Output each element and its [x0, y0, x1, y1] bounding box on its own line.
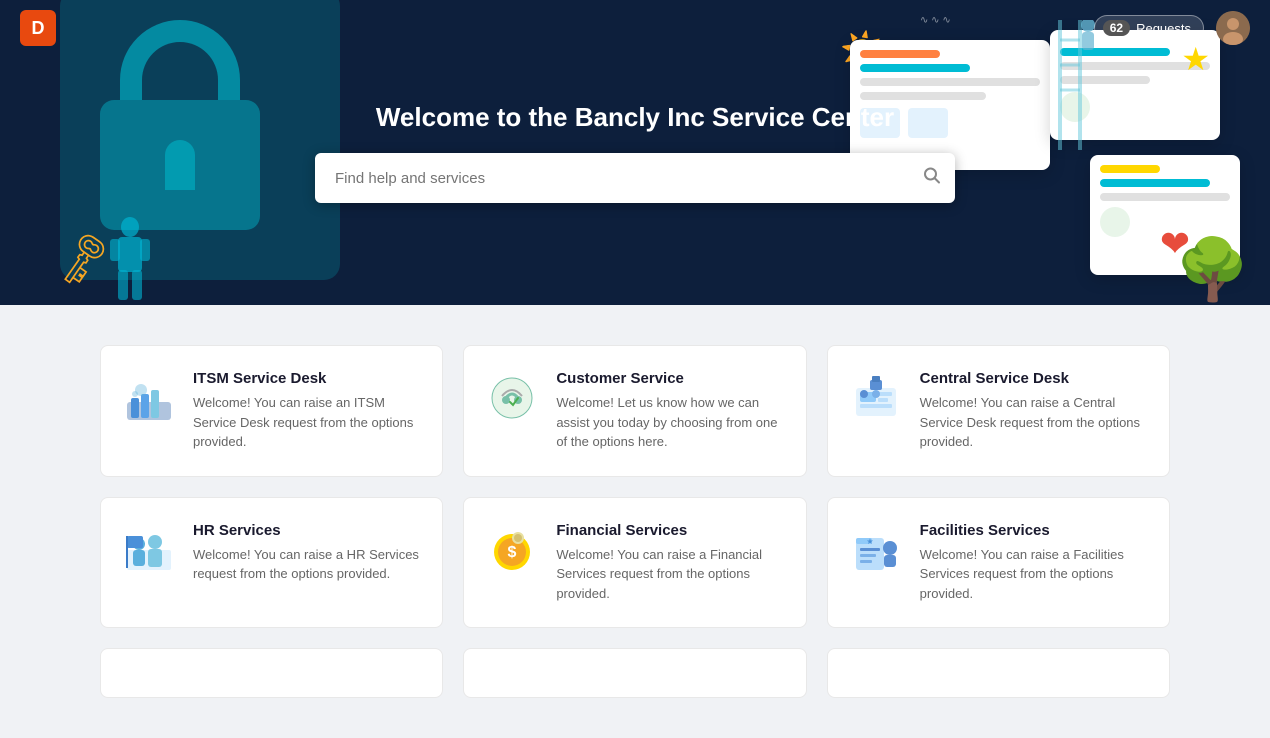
service-text-facilities: Facilities Services Welcome! You can rai…: [920, 522, 1149, 604]
lock-body: [100, 100, 260, 230]
topbar: D 62 Requests: [0, 0, 1270, 56]
service-card-partial-2[interactable]: [463, 648, 806, 698]
requests-button[interactable]: 62 Requests: [1094, 15, 1204, 41]
hero-banner: D 62 Requests: [0, 0, 1270, 305]
svg-text:★: ★: [866, 537, 873, 546]
service-desc-customer: Welcome! Let us know how we can assist y…: [556, 393, 785, 452]
service-text-financial: Financial Services Welcome! You can rais…: [556, 522, 785, 604]
services-grid-bottom: [100, 648, 1170, 698]
services-grid: ITSM Service Desk Welcome! You can raise…: [100, 345, 1170, 628]
service-card-partial-1[interactable]: [100, 648, 443, 698]
service-card-central[interactable]: Central Service Desk Welcome! You can ra…: [827, 345, 1170, 477]
app-logo[interactable]: D: [20, 10, 56, 46]
service-title-hr: HR Services: [193, 522, 422, 539]
service-text-central: Central Service Desk Welcome! You can ra…: [920, 370, 1149, 452]
search-input[interactable]: [315, 153, 955, 203]
service-title-central: Central Service Desk: [920, 370, 1149, 387]
service-icon-facilities: ★: [848, 522, 904, 578]
service-card-partial-3[interactable]: [827, 648, 1170, 698]
service-icon-central: [848, 370, 904, 426]
search-bar-container: [315, 153, 955, 203]
service-desc-financial: Welcome! You can raise a Financial Servi…: [556, 545, 785, 604]
service-card-financial[interactable]: $ Financial Services Welcome! You can ra…: [463, 497, 806, 629]
service-icon-financial: $: [484, 522, 540, 578]
avatar-image: [1216, 11, 1250, 45]
service-card-hr[interactable]: HR Services Welcome! You can raise a HR …: [100, 497, 443, 629]
service-desc-facilities: Welcome! You can raise a Facilities Serv…: [920, 545, 1149, 604]
service-icon-itsm: [121, 370, 177, 426]
requests-label: Requests: [1136, 21, 1191, 36]
service-text-hr: HR Services Welcome! You can raise a HR …: [193, 522, 422, 584]
service-desc-hr: Welcome! You can raise a HR Services req…: [193, 545, 422, 584]
service-icon-customer: [484, 370, 540, 426]
service-icon-hr: [121, 522, 177, 578]
topbar-right: 62 Requests: [1094, 11, 1250, 45]
service-desc-itsm: Welcome! You can raise an ITSM Service D…: [193, 393, 422, 452]
lock-keyhole: [165, 140, 195, 190]
service-card-facilities[interactable]: ★ Facilities Services Welcome! You can r…: [827, 497, 1170, 629]
service-card-itsm[interactable]: ITSM Service Desk Welcome! You can raise…: [100, 345, 443, 477]
hero-title: Welcome to the Bancly Inc Service Center: [376, 102, 894, 133]
service-text-customer: Customer Service Welcome! Let us know ho…: [556, 370, 785, 452]
service-title-facilities: Facilities Services: [920, 522, 1149, 539]
main-content: ITSM Service Desk Welcome! You can raise…: [0, 305, 1270, 738]
service-title-itsm: ITSM Service Desk: [193, 370, 422, 387]
service-title-customer: Customer Service: [556, 370, 785, 387]
svg-text:$: $: [508, 544, 517, 561]
avatar[interactable]: [1216, 11, 1250, 45]
service-title-financial: Financial Services: [556, 522, 785, 539]
service-desc-central: Welcome! You can raise a Central Service…: [920, 393, 1149, 452]
service-card-customer[interactable]: Customer Service Welcome! Let us know ho…: [463, 345, 806, 477]
service-text-itsm: ITSM Service Desk Welcome! You can raise…: [193, 370, 422, 452]
search-button[interactable]: [923, 167, 941, 190]
requests-count: 62: [1103, 20, 1130, 36]
search-icon: [923, 167, 941, 185]
